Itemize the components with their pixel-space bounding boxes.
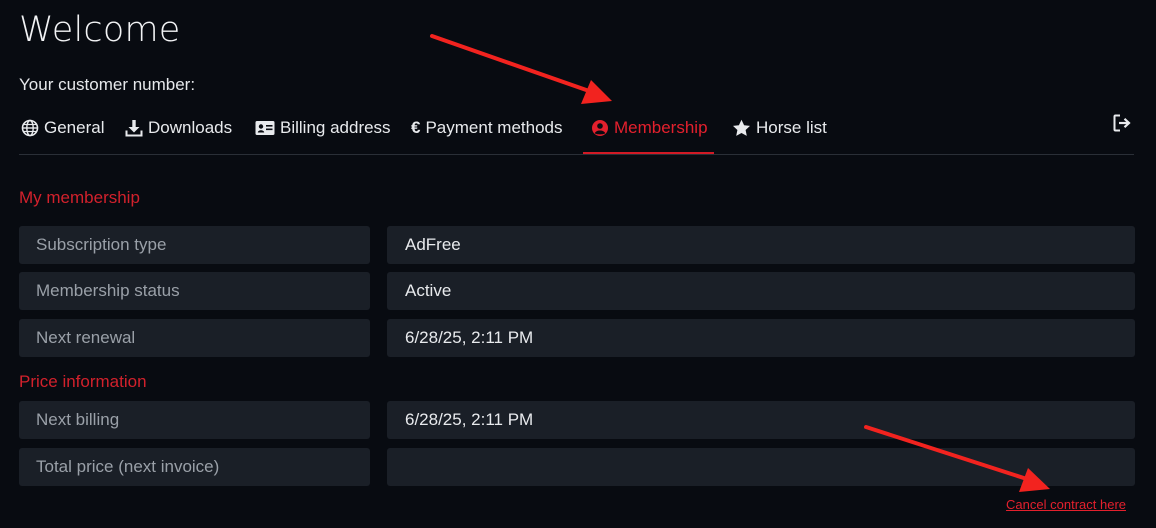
total-price-value [387, 448, 1135, 486]
star-icon [732, 119, 751, 137]
membership-page: Welcome Your customer number: General Do… [0, 0, 1156, 528]
membership-status-label: Membership status [19, 272, 370, 310]
subscription-type-label: Subscription type [19, 226, 370, 264]
tab-horse-list[interactable]: Horse list [730, 104, 829, 152]
euro-icon: € [411, 118, 421, 137]
next-renewal-value: 6/28/25, 2:11 PM [387, 319, 1135, 357]
tab-label: Downloads [148, 118, 233, 137]
tab-label: Payment methods [425, 118, 563, 137]
user-circle-icon [591, 119, 609, 137]
next-billing-value: 6/28/25, 2:11 PM [387, 401, 1135, 439]
customer-number-label: Your customer number: [19, 75, 196, 94]
id-card-icon [255, 120, 275, 136]
membership-status-value: Active [387, 272, 1135, 310]
price-information-heading: Price information [19, 372, 147, 391]
tab-general[interactable]: General [19, 104, 106, 152]
tab-label: Membership [614, 118, 708, 137]
tab-label: Horse list [756, 118, 827, 137]
tab-payment-methods[interactable]: € Payment methods [409, 104, 564, 152]
subscription-type-value: AdFree [387, 226, 1135, 264]
cancel-contract-link[interactable]: Cancel contract here [1006, 497, 1126, 512]
total-price-label: Total price (next invoice) [19, 448, 370, 486]
logout-icon[interactable] [1112, 113, 1132, 133]
page-title: Welcome [19, 10, 181, 50]
download-icon [125, 119, 143, 137]
account-tabs: General Downloads Billing address € Paym… [19, 104, 1134, 155]
next-renewal-label: Next renewal [19, 319, 370, 357]
next-billing-label: Next billing [19, 401, 370, 439]
tab-label: Billing address [280, 118, 391, 137]
arrow-to-membership-tab [430, 34, 612, 104]
total-price-row: Total price (next invoice) [19, 448, 1135, 486]
next-renewal-row: Next renewal 6/28/25, 2:11 PM [19, 319, 1135, 357]
tab-membership[interactable]: Membership [583, 104, 714, 154]
subscription-type-row: Subscription type AdFree [19, 226, 1135, 264]
tab-downloads[interactable]: Downloads [123, 104, 234, 152]
tab-billing-address[interactable]: Billing address [253, 104, 393, 152]
next-billing-row: Next billing 6/28/25, 2:11 PM [19, 401, 1135, 439]
tab-label: General [44, 118, 105, 137]
membership-status-row: Membership status Active [19, 272, 1135, 310]
my-membership-heading: My membership [19, 188, 140, 207]
globe-icon [21, 119, 39, 137]
